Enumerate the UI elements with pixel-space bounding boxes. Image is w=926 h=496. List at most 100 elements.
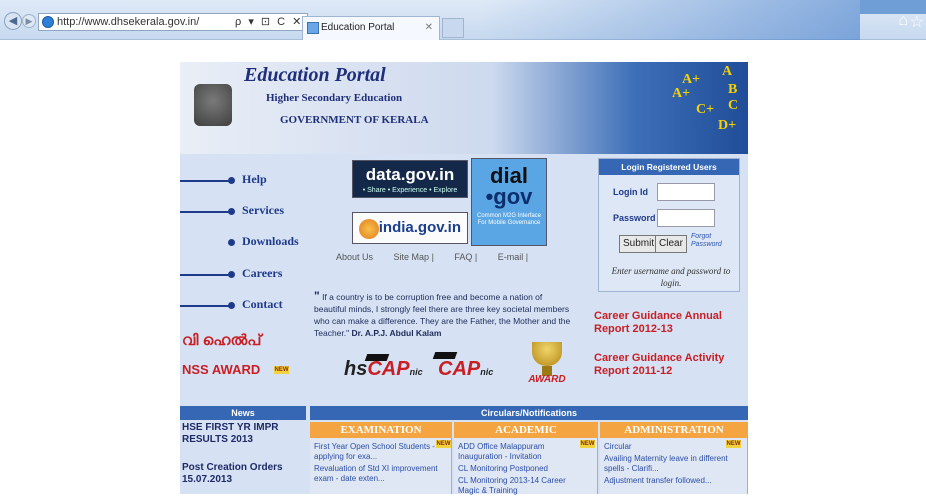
nav-careers[interactable]: Careers bbox=[180, 266, 320, 284]
news-item[interactable]: Post Creation Orders 15.07.2013 bbox=[182, 462, 300, 486]
grade-label: C bbox=[728, 98, 739, 113]
circular-item[interactable]: Availing Maternity leave in different sp… bbox=[604, 454, 734, 474]
nav-label[interactable]: Careers bbox=[242, 266, 282, 281]
circular-item[interactable]: CL Monitoring Postponed bbox=[458, 464, 588, 474]
login-heading: Login Registered Users bbox=[599, 159, 739, 175]
nav-connector bbox=[180, 274, 232, 276]
hscap-logo-link[interactable]: hsCAPnic bbox=[344, 358, 423, 381]
nav-label[interactable]: Contact bbox=[242, 297, 283, 312]
indiagov-logo-link[interactable]: india.gov.in bbox=[352, 212, 468, 244]
career-annual-report-link[interactable]: Career Guidance Annual Report 2012-13 bbox=[594, 310, 734, 336]
nav-connector bbox=[180, 305, 232, 307]
grade-label: B bbox=[728, 82, 738, 97]
new-badge-icon: NEW bbox=[726, 440, 741, 448]
dialgov-tagline: Common M2G Interface For Mobile Governan… bbox=[476, 213, 542, 226]
address-url: http://www.dhsekerala.gov.in/ bbox=[57, 16, 200, 28]
cap-logo-link[interactable]: CAPnic bbox=[438, 358, 493, 381]
datagov-name: data.gov.in bbox=[365, 165, 455, 184]
circular-item[interactable]: CL Monitoring 2013-14 Career Magic & Tra… bbox=[458, 476, 588, 496]
hscap-prefix: hs bbox=[344, 358, 368, 380]
we-help-link[interactable]: വി ഹെൽപ് bbox=[182, 332, 261, 349]
address-controls[interactable]: ρ ▾ ⊡ C ✕ bbox=[235, 14, 307, 30]
address-bar[interactable]: http://www.dhsekerala.gov.in/ ρ ▾ ⊡ C ✕ bbox=[38, 13, 308, 31]
kalam-quote: " If a country is to be corruption free … bbox=[314, 290, 576, 339]
new-badge-icon: NEW bbox=[436, 440, 451, 448]
bullet-icon bbox=[228, 271, 235, 278]
quick-links: About Us Site Map | FAQ | E-mail | bbox=[336, 252, 556, 266]
trophy-icon bbox=[532, 342, 562, 366]
graduation-cap-icon bbox=[432, 352, 458, 359]
cap-cap: CAP bbox=[438, 358, 481, 380]
about-us-link[interactable]: About Us bbox=[336, 252, 373, 262]
examination-header: EXAMINATION bbox=[310, 422, 452, 438]
bullet-icon bbox=[228, 239, 235, 246]
nav-label[interactable]: Help bbox=[242, 172, 267, 187]
circular-item[interactable]: First Year Open School Students - applyi… bbox=[314, 442, 444, 462]
back-button[interactable]: ◀ bbox=[4, 12, 22, 30]
nav-services[interactable]: Services bbox=[180, 203, 320, 221]
nav-label[interactable]: Services bbox=[242, 203, 284, 218]
nav-contact[interactable]: Contact bbox=[180, 297, 320, 315]
circulars-heading: Circulars/Notifications bbox=[310, 406, 748, 420]
new-badge-icon: NEW bbox=[274, 366, 289, 374]
circular-item[interactable]: Adjustment transfer followed... bbox=[604, 476, 734, 486]
nav-connector bbox=[180, 180, 232, 182]
grade-label: A+ bbox=[672, 86, 691, 101]
indiagov-emblem-icon bbox=[359, 219, 379, 239]
administration-header: ADMINISTRATION bbox=[600, 422, 748, 438]
favicon-icon bbox=[307, 22, 319, 34]
nav-downloads[interactable]: Downloads bbox=[180, 234, 320, 252]
site-map-link[interactable]: Site Map | bbox=[394, 252, 434, 262]
ie-icon bbox=[42, 16, 54, 28]
dialgov-logo-link[interactable]: dial •gov Common M2G Interface For Mobil… bbox=[471, 158, 547, 246]
bullet-icon bbox=[228, 302, 235, 309]
browser-toolbar: ◀ ▶ http://www.dhsekerala.gov.in/ ρ ▾ ⊡ … bbox=[0, 0, 926, 40]
department-title: Higher Secondary Education bbox=[266, 92, 403, 104]
examination-list: First Year Open School Students - applyi… bbox=[310, 438, 452, 494]
forgot-password-link[interactable]: Forgot Password bbox=[691, 233, 735, 249]
home-icon[interactable]: ⌂ bbox=[898, 12, 908, 30]
grade-label: D+ bbox=[718, 118, 737, 133]
login-id-input[interactable] bbox=[657, 183, 715, 201]
award-link[interactable]: AWARD bbox=[526, 374, 568, 388]
login-hint: Enter username and password to login. bbox=[611, 266, 731, 288]
academic-list: ADD Office Malappuram Inauguration - Inv… bbox=[454, 438, 598, 496]
nss-award-link[interactable]: NSS AWARD bbox=[182, 362, 260, 377]
circular-item[interactable]: ADD Office Malappuram Inauguration - Inv… bbox=[458, 442, 588, 462]
login-panel: Login Registered Users Login Id Password… bbox=[598, 158, 740, 292]
submit-button[interactable]: Submit bbox=[619, 235, 659, 253]
datagov-logo-link[interactable]: data.gov.in • Share • Experience • Explo… bbox=[352, 160, 468, 198]
tab-title: Education Portal bbox=[321, 22, 395, 33]
government-title: GOVERNMENT OF KERALA bbox=[280, 114, 429, 126]
favorites-icon[interactable]: ☆ bbox=[910, 12, 924, 32]
portal-page: Education Portal Higher Secondary Educat… bbox=[180, 62, 748, 496]
administration-list: Circular Availing Maternity leave in dif… bbox=[600, 438, 748, 494]
circular-item[interactable]: Revaluation of Std XI improvement exam -… bbox=[314, 464, 444, 484]
graduation-cap-icon bbox=[364, 354, 390, 361]
email-link[interactable]: E-mail | bbox=[498, 252, 528, 262]
news-heading: News bbox=[180, 406, 306, 420]
grade-label: A bbox=[722, 64, 733, 79]
career-activity-report-link[interactable]: Career Guidance Activity Report 2011-12 bbox=[594, 352, 744, 378]
bullet-icon bbox=[228, 177, 235, 184]
password-input[interactable] bbox=[657, 209, 715, 227]
faq-link[interactable]: FAQ | bbox=[454, 252, 477, 262]
nav-help[interactable]: Help bbox=[180, 172, 320, 190]
tab-close-icon[interactable]: ✕ bbox=[425, 17, 433, 39]
nav-connector bbox=[180, 211, 232, 213]
browser-tab[interactable]: Education Portal ✕ bbox=[302, 16, 440, 40]
circular-item[interactable]: Circular bbox=[604, 442, 734, 452]
nss-award-label: NSS AWARD bbox=[182, 362, 261, 377]
news-item[interactable]: HSE FIRST YR IMPR RESULTS 2013 bbox=[182, 422, 300, 446]
new-badge-icon: NEW bbox=[580, 440, 595, 448]
login-id-label: Login Id bbox=[613, 187, 648, 197]
forward-button[interactable]: ▶ bbox=[22, 14, 36, 28]
new-tab-button[interactable] bbox=[442, 18, 464, 38]
bullet-icon bbox=[228, 208, 235, 215]
portal-title: Education Portal bbox=[244, 64, 386, 86]
nav-label[interactable]: Downloads bbox=[242, 234, 299, 249]
clear-button[interactable]: Clear bbox=[655, 235, 687, 253]
dialgov-bottom: •gov bbox=[485, 184, 533, 209]
quote-mark: " bbox=[314, 289, 320, 303]
hscap-cap: CAP bbox=[367, 358, 410, 380]
